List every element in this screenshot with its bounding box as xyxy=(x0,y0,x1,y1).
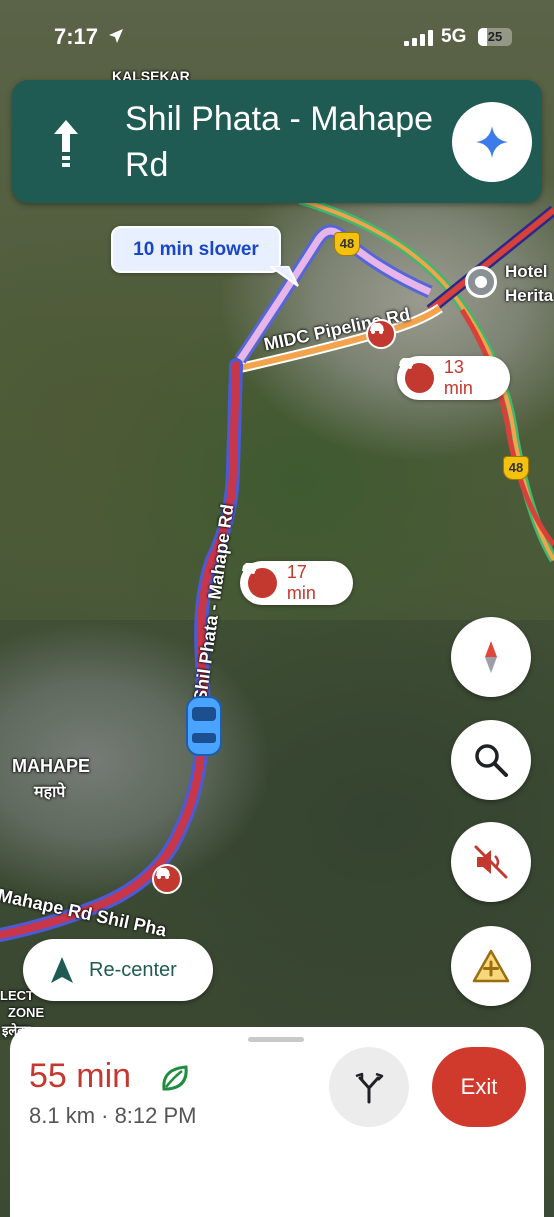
drag-handle[interactable] xyxy=(248,1037,304,1042)
status-bar: 7:17 5G 25 xyxy=(0,0,554,66)
incident-delay-time: 13 min xyxy=(443,357,473,398)
compass-icon xyxy=(485,641,497,673)
battery-level: 25 xyxy=(487,29,503,44)
incident-delay-pill[interactable]: 13 min xyxy=(397,356,510,400)
place-label-mahape: MAHAPE xyxy=(12,756,91,776)
volume-mute-icon xyxy=(474,845,508,879)
place-label-zone-1: LECT xyxy=(0,988,34,1003)
straight-arrow-icon xyxy=(54,120,78,167)
gemini-sparkle-icon xyxy=(476,126,508,158)
highway-shield: 48 xyxy=(503,456,529,480)
battery-icon: 25 xyxy=(478,28,512,46)
status-time: 7:17 xyxy=(54,24,99,49)
place-pin-icon[interactable] xyxy=(465,266,497,298)
trip-distance-arrival: 8.1 km · 8:12 PM xyxy=(29,1103,197,1128)
crash-marker-icon[interactable] xyxy=(366,319,396,349)
crash-icon xyxy=(242,563,277,598)
signal-icon xyxy=(404,30,434,46)
next-street-name: Shil Phata - Mahape Rd xyxy=(125,100,434,184)
add-report-icon xyxy=(472,949,510,983)
callout-tail xyxy=(270,266,299,287)
incident-delay-pill[interactable]: 17 min xyxy=(240,561,353,605)
place-label-hotel-2: Herita xyxy=(505,286,554,305)
route-fork-icon xyxy=(355,1072,384,1104)
gemini-button[interactable] xyxy=(452,102,532,182)
search-icon xyxy=(475,744,508,777)
report-incident-button[interactable] xyxy=(451,926,531,1006)
place-label-hotel: Hotel xyxy=(505,262,548,281)
trip-duration: 55 min xyxy=(29,1057,132,1095)
traffic-delay-callout[interactable]: 10 min slower xyxy=(111,226,281,273)
network-type: 5G xyxy=(441,26,467,47)
eco-leaf-icon xyxy=(162,1065,188,1091)
recenter-label: Re-center xyxy=(89,958,177,981)
location-arrow-icon xyxy=(109,29,123,43)
car-location-icon xyxy=(186,696,222,756)
navigation-banner[interactable]: Shil Phata - Mahape Rd xyxy=(12,80,542,203)
trip-summary-sheet[interactable]: 55 min 8.1 km · 8:12 PM Exit xyxy=(10,1027,544,1217)
place-label-mahape-local: महापे xyxy=(34,784,66,801)
alternate-routes-button[interactable] xyxy=(329,1047,409,1127)
crash-marker-icon[interactable] xyxy=(152,864,182,894)
mute-voice-button[interactable] xyxy=(451,822,531,902)
search-button[interactable] xyxy=(451,720,531,800)
navigation-arrow-icon xyxy=(51,957,73,983)
compass-button[interactable] xyxy=(451,617,531,697)
exit-navigation-button[interactable]: Exit xyxy=(432,1047,526,1127)
recenter-button[interactable]: Re-center xyxy=(23,939,213,1001)
place-label-zone-2: ZONE xyxy=(8,1005,45,1020)
incident-delay-time: 17 min xyxy=(286,562,316,603)
highway-shield: 48 xyxy=(334,232,360,256)
crash-icon xyxy=(399,358,434,393)
